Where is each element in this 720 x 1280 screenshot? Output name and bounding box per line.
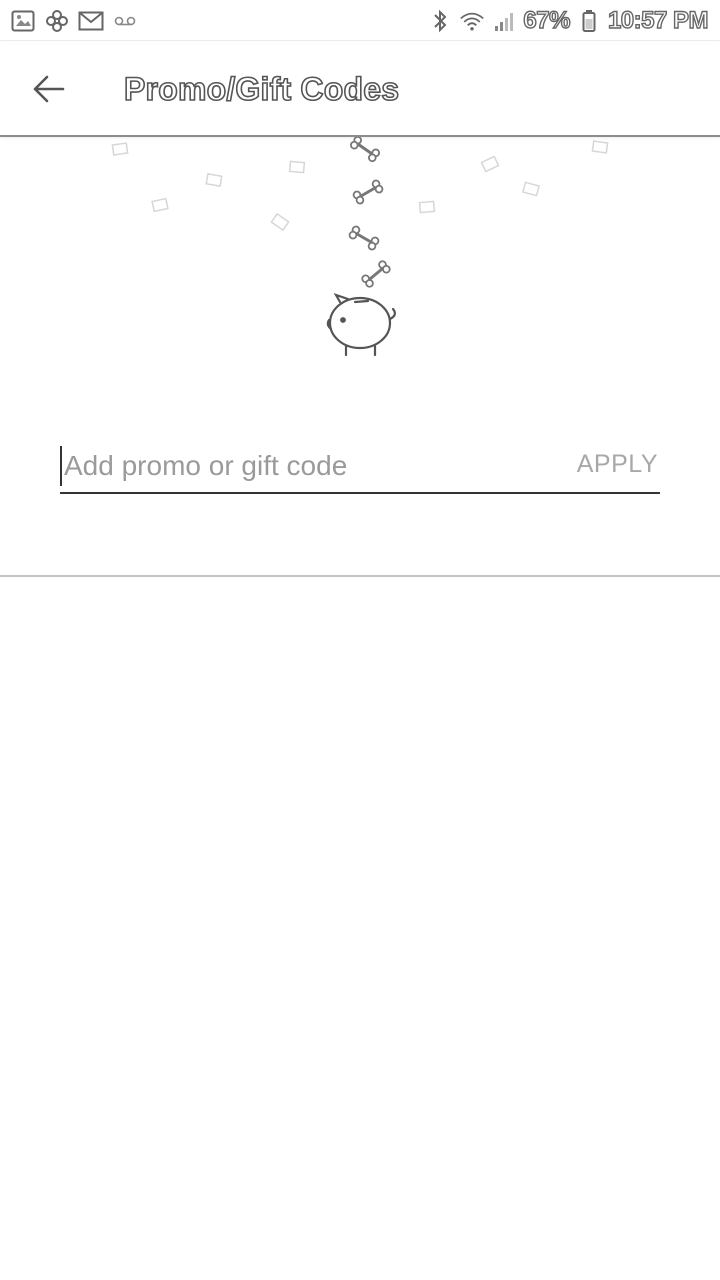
piggy-bank-illustration xyxy=(111,133,609,357)
back-button[interactable] xyxy=(22,63,74,115)
battery-percentage: 67% xyxy=(523,6,571,34)
promo-code-row: APPLY xyxy=(60,440,660,494)
gallery-icon xyxy=(10,9,36,33)
voicemail-icon xyxy=(112,9,138,33)
section-divider xyxy=(0,575,720,577)
battery-icon xyxy=(576,9,602,33)
promo-code-input[interactable] xyxy=(64,444,544,488)
wifi-icon xyxy=(459,9,485,33)
page-title: Promo/Gift Codes xyxy=(123,70,400,108)
confetti-icon xyxy=(111,140,609,231)
apply-button[interactable]: APPLY xyxy=(577,450,658,479)
app-bar: Promo/Gift Codes xyxy=(0,41,720,137)
pinwheel-icon xyxy=(44,9,70,33)
notification-icons xyxy=(10,6,138,36)
text-cursor xyxy=(60,446,62,486)
bluetooth-icon xyxy=(427,9,453,33)
system-icons: 67% 10:57 PM xyxy=(427,6,709,36)
clock: 10:57 PM xyxy=(607,6,709,34)
status-bar: 67% 10:57 PM xyxy=(0,0,720,41)
bone-icon xyxy=(346,133,393,290)
piggy-bank-icon xyxy=(326,293,397,357)
signal-icon xyxy=(491,9,517,33)
gmail-icon xyxy=(78,9,104,33)
promo-illustration xyxy=(0,133,720,377)
arrow-left-icon xyxy=(33,75,65,103)
